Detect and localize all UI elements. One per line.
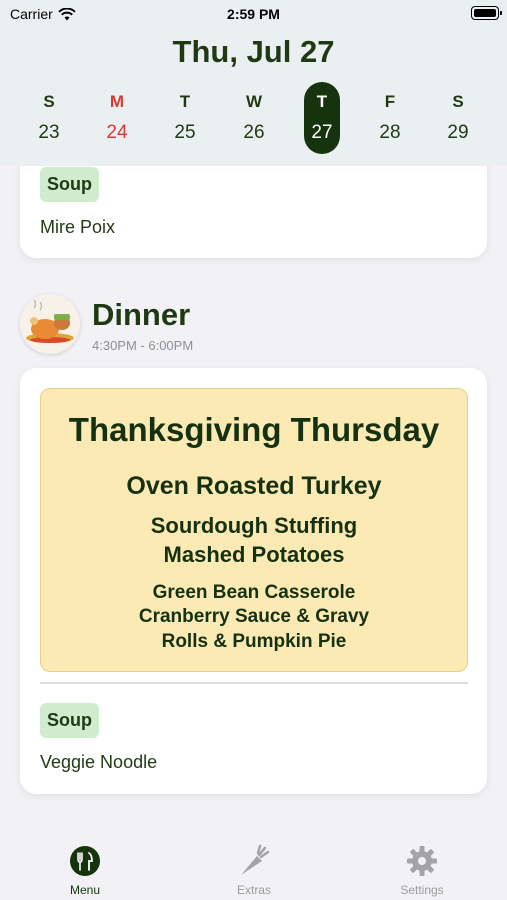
divider — [40, 682, 468, 684]
dinner-header: Dinner 4:30PM - 6:00PM — [20, 294, 490, 356]
banner-line: Oven Roasted Turkey — [126, 472, 382, 500]
banner-line: Cranberry Sauce & Gravy — [138, 606, 370, 627]
thanksgiving-meal-icon — [20, 294, 80, 354]
special-banner: Thanksgiving Thursday Oven Roasted Turke… — [40, 388, 468, 672]
day-fri-28[interactable]: F 28 — [372, 82, 408, 154]
status-time: 2:59 PM — [227, 6, 280, 22]
soup-tag: Soup — [40, 167, 99, 202]
day-thu-27-selected[interactable]: T 27 — [304, 82, 340, 154]
day-of-week: W — [245, 92, 263, 111]
day-number: 26 — [243, 122, 265, 143]
day-mon-24[interactable]: M 24 — [99, 82, 135, 154]
day-of-week: T — [316, 92, 328, 111]
day-number: 23 — [38, 122, 60, 143]
banner-line: Sourdough Stuffing — [150, 513, 358, 538]
banner-line: Green Bean Casserole — [152, 582, 356, 603]
banner-title: Thanksgiving Thursday — [68, 411, 440, 448]
day-of-week: T — [179, 92, 191, 111]
day-wed-26[interactable]: W 26 — [236, 82, 272, 154]
date-header: Carrier 2:59 PM Thu, Jul 27 S 23 M 24 T … — [0, 0, 507, 166]
fork-knife-icon — [70, 846, 100, 876]
day-sun-23[interactable]: S 23 — [31, 82, 67, 154]
tab-menu[interactable]: Menu — [25, 844, 145, 897]
soup-tag: Soup — [40, 703, 99, 738]
day-of-week: F — [384, 92, 396, 111]
day-of-week: S — [452, 92, 464, 111]
menu-item[interactable]: Veggie Noodle — [40, 752, 157, 773]
menu-item[interactable]: Mire Poix — [40, 217, 115, 238]
banner-line: Mashed Potatoes — [163, 542, 345, 567]
meal-time: 4:30PM - 6:00PM — [92, 338, 194, 353]
day-of-week: S — [43, 92, 55, 111]
day-number: 25 — [174, 122, 196, 143]
day-number: 28 — [379, 122, 401, 143]
carrot-icon — [241, 844, 270, 875]
tab-label: Settings — [400, 883, 444, 897]
tab-bar: Menu Extras Settings — [0, 826, 507, 900]
banner-line: Rolls & Pumpkin Pie — [161, 631, 347, 652]
day-tue-25[interactable]: T 25 — [167, 82, 203, 154]
tab-extras[interactable]: Extras — [194, 844, 314, 897]
date-title: Thu, Jul 27 — [172, 34, 335, 69]
day-number: 29 — [447, 122, 469, 143]
battery-icon — [471, 6, 502, 20]
day-number: 27 — [311, 122, 333, 143]
week-strip: S 23 M 24 T 25 W 26 T 27 F 28 S 29 — [15, 80, 492, 156]
gear-icon — [407, 846, 437, 876]
status-bar: Carrier 2:59 PM — [0, 0, 507, 28]
tab-label: Menu — [69, 883, 101, 897]
tab-label: Extras — [236, 883, 271, 897]
tab-settings[interactable]: Settings — [362, 844, 482, 897]
day-of-week: M — [109, 92, 125, 111]
dinner-card: Thanksgiving Thursday Oven Roasted Turke… — [20, 368, 487, 794]
day-sat-29[interactable]: S 29 — [440, 82, 476, 154]
meal-title: Dinner — [92, 297, 191, 332]
day-number: 24 — [106, 122, 128, 143]
